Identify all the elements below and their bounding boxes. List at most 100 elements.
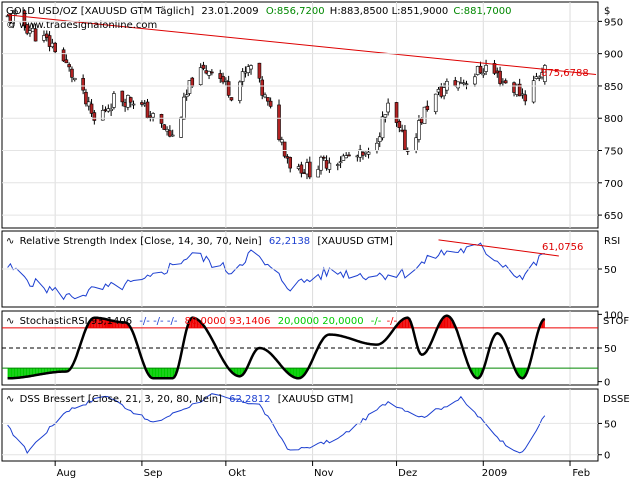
candle-down bbox=[321, 156, 326, 159]
stoch-oversold-fill bbox=[7, 368, 10, 379]
trading-chart: 875,6788 GOLD USD/OZ [XAUUSD GTM Täglich… bbox=[1, 1, 630, 479]
y-tick-label: 50 bbox=[604, 265, 617, 276]
candle-down bbox=[288, 157, 293, 169]
x-tick-label: 2009 bbox=[482, 468, 507, 479]
y-tick-label: 0 bbox=[604, 378, 610, 389]
stoch-panel: ∿ StochasticRSI 93,1406 -/- -/- -/- 80,0… bbox=[1, 310, 629, 389]
candle-up bbox=[338, 161, 343, 164]
candle-up bbox=[184, 94, 189, 98]
candle-down bbox=[425, 105, 430, 110]
candle-up bbox=[319, 156, 323, 171]
candle-up bbox=[417, 120, 421, 140]
candle-down bbox=[128, 97, 133, 103]
stoch-oversold-fill bbox=[15, 368, 17, 379]
candle-down bbox=[394, 102, 399, 123]
x-axis: Aug Sep Okt Nov Dez 2009 Feb bbox=[2, 460, 598, 479]
stoch-oversold-fill bbox=[171, 368, 173, 379]
stoch-green-values: 20,0000 20,0000 bbox=[278, 316, 364, 327]
stoch-symbol-glyph: ∿ bbox=[6, 316, 14, 327]
stoch-oversold-fill bbox=[10, 368, 13, 379]
candle-down bbox=[299, 164, 304, 174]
stoch-overbought-fill bbox=[406, 317, 408, 328]
chart-title: GOLD USD/OZ [XAUUSD GTM Täglich] bbox=[6, 6, 194, 17]
stoch-overbought-fill bbox=[445, 315, 447, 328]
dss-axis-label: DSSE bbox=[603, 394, 630, 405]
y-tick-label: 0 bbox=[604, 451, 610, 462]
candle-up bbox=[473, 76, 477, 85]
candle-up bbox=[280, 139, 284, 143]
dss-value: 62,2812 bbox=[229, 394, 270, 405]
candle-down bbox=[70, 68, 74, 78]
candle-up bbox=[112, 93, 116, 108]
candle-down bbox=[162, 124, 167, 130]
y-tick-label: 750 bbox=[604, 147, 623, 158]
candle-up bbox=[170, 134, 175, 137]
candle-up bbox=[481, 72, 486, 76]
candle-down bbox=[226, 81, 231, 96]
stoch-overbought-fill bbox=[446, 315, 449, 328]
stoch-oversold-fill bbox=[168, 368, 170, 379]
stoch-oversold-fill bbox=[154, 368, 157, 379]
candle-down bbox=[81, 78, 85, 91]
stoch-oversold-fill bbox=[169, 368, 172, 379]
stoch-oversold-fill bbox=[16, 368, 19, 378]
candle-down bbox=[61, 49, 66, 62]
candle-up bbox=[131, 103, 136, 106]
stoch-oversold-fill bbox=[160, 368, 163, 379]
stoch-oversold-fill bbox=[12, 368, 14, 379]
candle-up bbox=[198, 67, 203, 85]
stoch-dashes: -/- -/- -/- bbox=[139, 316, 178, 327]
y-tick-label: 900 bbox=[604, 50, 623, 61]
candle-up bbox=[335, 164, 340, 166]
y-tick-label: 950 bbox=[604, 17, 623, 28]
dss-panel: ∿ DSS Bressert [Close, 21, 3, 20, 80, Ne… bbox=[1, 388, 630, 462]
candle-down bbox=[67, 64, 71, 68]
stoch-oversold-fill bbox=[297, 368, 299, 379]
stoch-oversold-fill bbox=[156, 368, 158, 379]
rsi-symbol-glyph: ∿ bbox=[6, 236, 14, 247]
close-value: C:881,7000 bbox=[453, 6, 511, 17]
candle-down bbox=[257, 62, 262, 79]
candle-down bbox=[159, 114, 164, 124]
x-tick-label: Okt bbox=[228, 468, 246, 479]
candle-up bbox=[249, 65, 253, 70]
price-header: GOLD USD/OZ [XAUUSD GTM Täglich] 23.01.2… bbox=[6, 6, 512, 17]
y-tick-label: 100 bbox=[604, 310, 623, 321]
candle-up bbox=[380, 116, 385, 139]
candle-up bbox=[484, 64, 488, 72]
stoch-oversold-fill bbox=[165, 368, 167, 379]
rsi-title: Relative Strength Index [Close, 14, 30, … bbox=[20, 236, 262, 247]
candle-up bbox=[464, 83, 469, 86]
stoch-title: StochasticRSI 93,1406 bbox=[20, 316, 133, 327]
candle-down bbox=[282, 141, 287, 157]
rsi-trendline-value: 61,0756 bbox=[542, 242, 583, 253]
candle-up bbox=[72, 77, 77, 81]
candle-down bbox=[266, 97, 270, 102]
candle-down bbox=[89, 103, 94, 114]
candle-down bbox=[201, 64, 206, 69]
candle-up bbox=[182, 96, 186, 120]
dss-symbol: [XAUUSD GTM] bbox=[278, 394, 354, 405]
candle-up bbox=[375, 142, 379, 152]
stoch-oversold-fill bbox=[153, 368, 155, 379]
dss-title: DSS Bressert [Close, 21, 3, 20, 80, Nein… bbox=[20, 394, 222, 405]
stoch-tail-red: -/- bbox=[387, 316, 398, 327]
y-tick-label: 700 bbox=[604, 179, 623, 190]
stoch-oversold-fill bbox=[157, 368, 160, 379]
candle-down bbox=[120, 90, 125, 103]
rsi-value: 62,2138 bbox=[269, 236, 310, 247]
stoch-header: ∿ StochasticRSI 93,1406 -/- -/- -/- 80,0… bbox=[6, 316, 398, 327]
candle-up bbox=[263, 94, 267, 98]
candle-up bbox=[238, 81, 242, 101]
x-tick-label: Dez bbox=[398, 468, 417, 479]
candle-up bbox=[109, 108, 113, 111]
open-value: O:856,7200 bbox=[266, 6, 325, 17]
candle-down bbox=[523, 94, 528, 102]
candle-down bbox=[503, 80, 508, 84]
stoch-oversold-fill bbox=[163, 368, 166, 379]
x-tick-label: Feb bbox=[572, 468, 590, 479]
candle-up bbox=[316, 169, 320, 178]
candle-up bbox=[327, 162, 332, 170]
candle-up bbox=[151, 113, 155, 118]
candle-up bbox=[224, 79, 228, 82]
